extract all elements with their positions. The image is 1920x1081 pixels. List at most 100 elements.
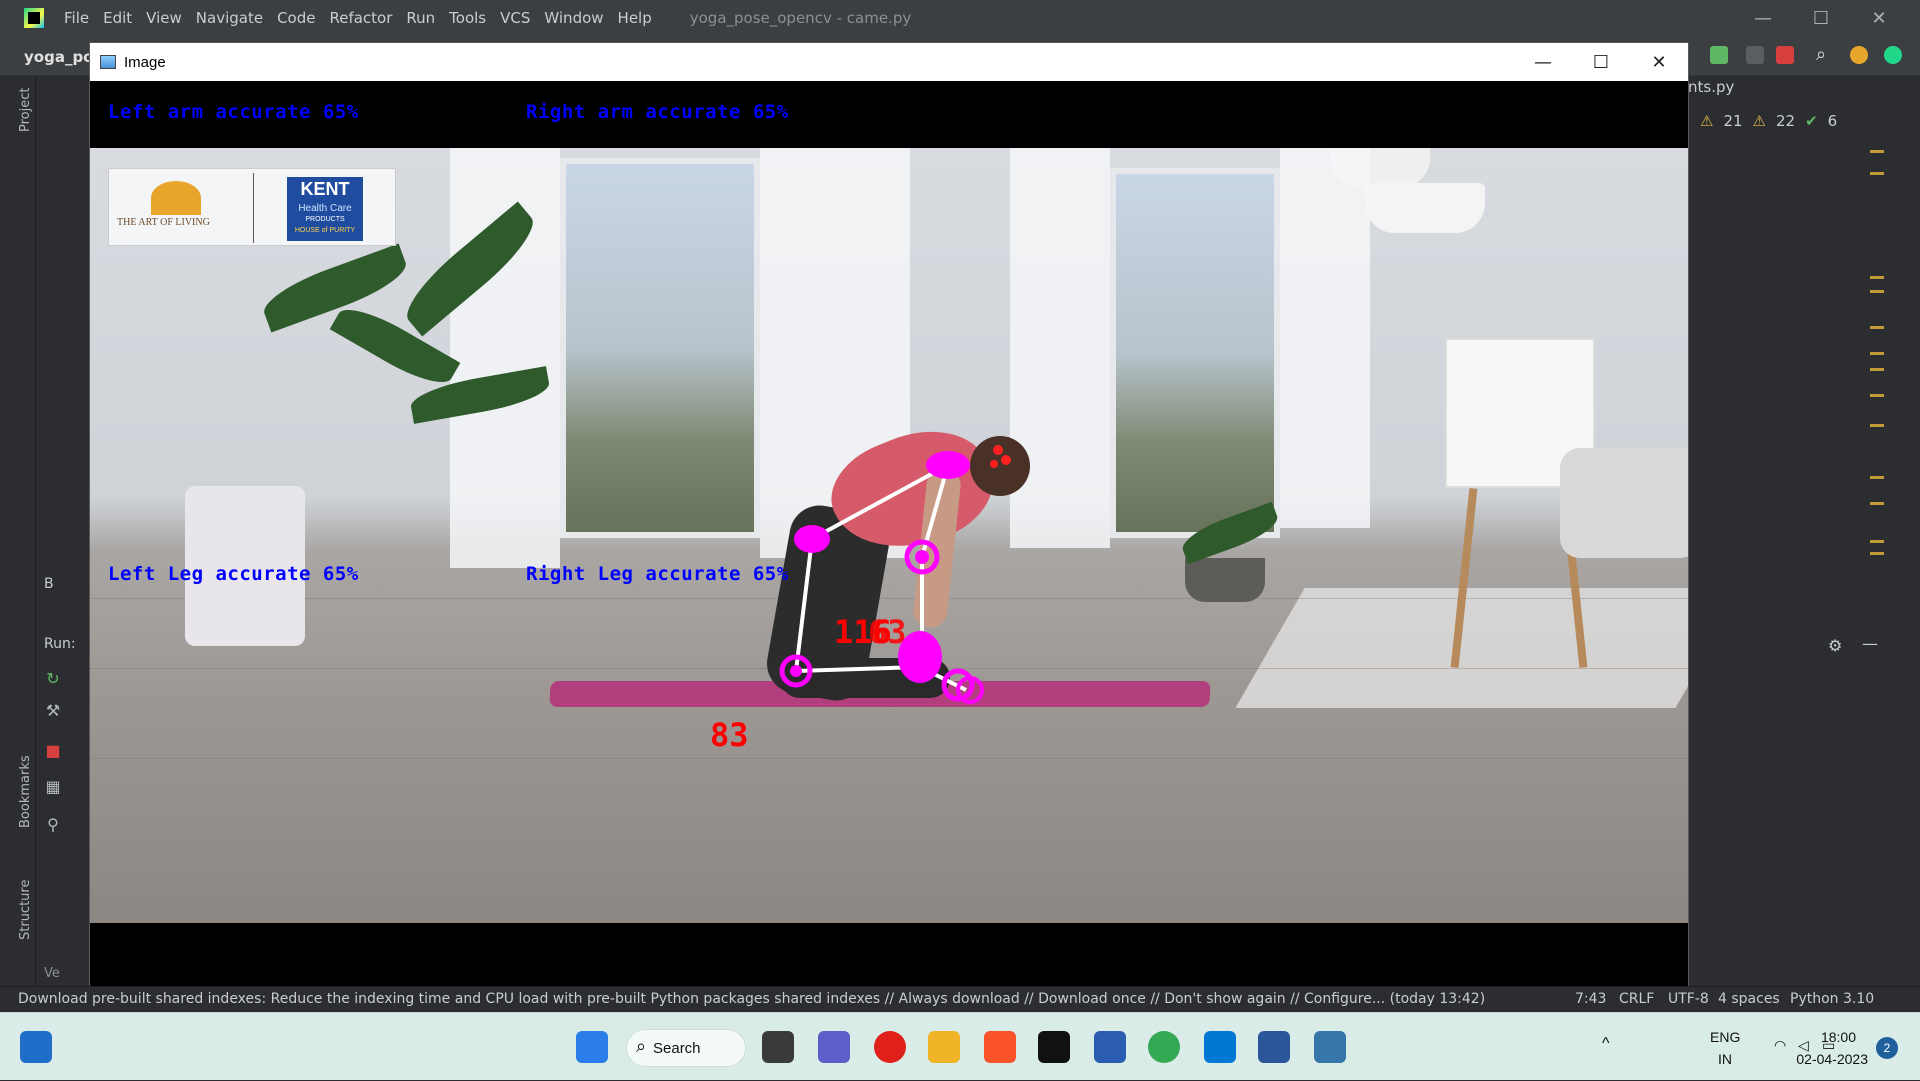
file-encoding[interactable]: UTF-8 bbox=[1668, 991, 1709, 1007]
vcs-label[interactable]: Ve bbox=[44, 966, 60, 981]
menu-tools[interactable]: Tools bbox=[449, 9, 486, 27]
stop-run-icon[interactable]: ■ bbox=[44, 742, 62, 760]
clock-date[interactable]: 02-04-2023 bbox=[1796, 1051, 1868, 1067]
clock-time[interactable]: 18:00 bbox=[1821, 1029, 1856, 1045]
gutter-marker[interactable] bbox=[1870, 172, 1884, 175]
vscode-icon[interactable] bbox=[1204, 1031, 1236, 1063]
check-icon: ✔ bbox=[1805, 112, 1818, 130]
menu-navigate[interactable]: Navigate bbox=[196, 9, 263, 27]
task-view-icon[interactable] bbox=[762, 1031, 794, 1063]
inspection-widget[interactable]: ⚠ 21 ⚠ 22 ✔ 6 bbox=[1700, 112, 1837, 130]
python-icon[interactable] bbox=[1314, 1031, 1346, 1063]
structure-tool-label[interactable]: Structure bbox=[18, 880, 33, 940]
coverage-icon[interactable] bbox=[1746, 46, 1764, 64]
pin-icon[interactable]: ⚲ bbox=[44, 816, 62, 834]
indent-setting[interactable]: 4 spaces bbox=[1718, 991, 1780, 1007]
notification-badge[interactable]: 2 bbox=[1876, 1037, 1898, 1059]
left-leg-accuracy: Left Leg accurate 65% bbox=[108, 563, 359, 585]
pycharm-taskbar-icon[interactable] bbox=[1038, 1031, 1070, 1063]
rerun-icon[interactable]: ↻ bbox=[44, 670, 62, 688]
gutter-marker[interactable] bbox=[1870, 352, 1884, 355]
ide-status-bar: Download pre-built shared indexes: Reduc… bbox=[0, 986, 1920, 1012]
menu-view[interactable]: View bbox=[146, 9, 182, 27]
menu-run[interactable]: Run bbox=[406, 9, 435, 27]
menu-window[interactable]: Window bbox=[544, 9, 603, 27]
gutter-marker[interactable] bbox=[1870, 276, 1884, 279]
gutter-marker[interactable] bbox=[1870, 476, 1884, 479]
project-tool-label[interactable]: Project bbox=[18, 88, 33, 132]
menu-edit[interactable]: Edit bbox=[103, 9, 132, 27]
menu-vcs[interactable]: VCS bbox=[500, 9, 530, 27]
image-minimize-icon[interactable]: — bbox=[1514, 43, 1572, 81]
video-frame: THE ART OF LIVING KENT Health Care PRODU… bbox=[90, 148, 1688, 923]
knee-angle-overlap-label: 63 bbox=[868, 613, 907, 651]
brave-icon[interactable] bbox=[984, 1031, 1016, 1063]
run-label: Run: bbox=[44, 636, 76, 652]
warning-count: 21 bbox=[1723, 112, 1743, 130]
shoulder-joint bbox=[926, 451, 970, 479]
menu-help[interactable]: Help bbox=[618, 9, 652, 27]
menu-file[interactable]: File bbox=[64, 9, 89, 27]
teams-chat-icon[interactable] bbox=[818, 1031, 850, 1063]
skeleton-bone bbox=[811, 463, 949, 541]
warning-icon: ⚠ bbox=[1700, 112, 1714, 130]
menu-refactor[interactable]: Refactor bbox=[329, 9, 392, 27]
notepad-icon[interactable] bbox=[1094, 1031, 1126, 1063]
gutter-marker[interactable] bbox=[1870, 502, 1884, 505]
ide-close-icon[interactable]: ✕ bbox=[1850, 0, 1908, 36]
right-arm-accuracy: Right arm accurate 65% bbox=[526, 101, 789, 123]
hide-panel-icon[interactable]: — bbox=[1862, 634, 1878, 653]
widgets-icon[interactable] bbox=[20, 1031, 52, 1063]
wifi-icon[interactable]: ◠ bbox=[1774, 1037, 1786, 1054]
word-icon[interactable] bbox=[1258, 1031, 1290, 1063]
gutter-marker[interactable] bbox=[1870, 368, 1884, 371]
weak-warning-count: 22 bbox=[1776, 112, 1796, 130]
image-window-title-bar[interactable]: Image — ☐ ✕ bbox=[90, 43, 1688, 81]
ide-minimize-icon[interactable]: — bbox=[1734, 0, 1792, 36]
image-close-icon[interactable]: ✕ bbox=[1630, 43, 1688, 81]
wrench-icon[interactable]: ⚒ bbox=[44, 702, 62, 720]
ide-maximize-icon[interactable]: ☐ bbox=[1792, 0, 1850, 36]
face-landmark bbox=[1001, 455, 1011, 465]
debug-icon[interactable] bbox=[1710, 46, 1728, 64]
region-indicator[interactable]: IN bbox=[1718, 1051, 1732, 1067]
right-leg-accuracy: Right Leg accurate 65% bbox=[526, 563, 789, 585]
editor-right-area bbox=[1690, 76, 1920, 986]
menu-code[interactable]: Code bbox=[277, 9, 315, 27]
ok-count: 6 bbox=[1827, 112, 1838, 130]
gutter-marker[interactable] bbox=[1870, 424, 1884, 427]
file-explorer-icon[interactable] bbox=[928, 1031, 960, 1063]
start-icon[interactable] bbox=[576, 1031, 608, 1063]
taskbar-search[interactable]: Search bbox=[626, 1029, 746, 1067]
face-landmark bbox=[990, 460, 998, 468]
bookmarks-tool-label[interactable]: Bookmarks bbox=[18, 755, 33, 828]
ide-window-title: yoga_pose_opencv - came.py bbox=[689, 9, 912, 27]
line-separator[interactable]: CRLF bbox=[1619, 991, 1654, 1007]
language-indicator[interactable]: ENG bbox=[1710, 1029, 1740, 1045]
chevron-up-icon[interactable]: ^ bbox=[1602, 1035, 1610, 1053]
skeleton-bone bbox=[794, 538, 814, 672]
image-window[interactable]: Image — ☐ ✕ Left arm accurate 65% Right … bbox=[89, 42, 1689, 988]
system-tray: ^ ENG IN ◠ ◁ ▭ 18:00 02-04-2023 2 bbox=[1560, 1013, 1920, 1081]
gutter-marker[interactable] bbox=[1870, 552, 1884, 555]
gutter-marker[interactable] bbox=[1870, 540, 1884, 543]
python-interpreter[interactable]: Python 3.10 bbox=[1790, 991, 1874, 1007]
chrome-icon[interactable] bbox=[1148, 1031, 1180, 1063]
opera-icon[interactable] bbox=[874, 1031, 906, 1063]
status-message[interactable]: Download pre-built shared indexes: Reduc… bbox=[18, 991, 1485, 1007]
image-maximize-icon[interactable]: ☐ bbox=[1572, 43, 1630, 81]
update-icon[interactable] bbox=[1850, 46, 1868, 64]
layout-icon[interactable]: ▦ bbox=[44, 778, 62, 796]
gutter-marker[interactable] bbox=[1870, 290, 1884, 293]
gutter-marker[interactable] bbox=[1870, 326, 1884, 329]
gutter-marker[interactable] bbox=[1870, 150, 1884, 153]
stop-icon[interactable] bbox=[1776, 46, 1794, 64]
editor-tab[interactable]: nts.py bbox=[1688, 78, 1734, 96]
ai-assistant-icon[interactable] bbox=[1884, 46, 1902, 64]
lower-angle-label: 83 bbox=[710, 716, 749, 754]
gutter-marker[interactable] bbox=[1870, 394, 1884, 397]
weak-warning-icon: ⚠ bbox=[1752, 112, 1766, 130]
caret-position[interactable]: 7:43 bbox=[1575, 991, 1606, 1007]
settings-icon[interactable]: ⚙ bbox=[1828, 636, 1842, 655]
search-icon[interactable]: ⌕ bbox=[1816, 46, 1834, 64]
